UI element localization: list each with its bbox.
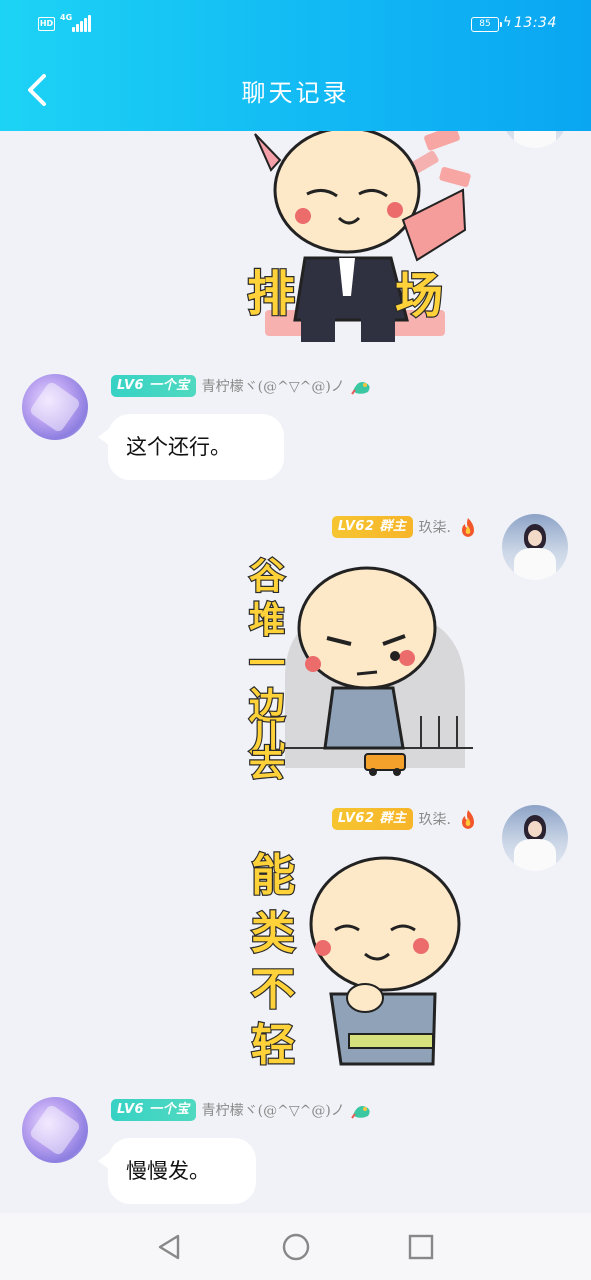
sticker-message[interactable]: 排 场 <box>235 120 475 352</box>
sticker-text-vertical-4: 轻 <box>251 1020 295 1070</box>
fire-icon <box>462 810 474 829</box>
status-bar: HD 4G 85 ϟ 13:34 <box>0 0 591 48</box>
owner-badge: LV62 群主 <box>331 808 413 830</box>
sticker-nenglei-image: 能 类 不 轻 <box>250 849 461 1072</box>
hd-indicator: HD <box>38 17 55 31</box>
sender-meta: LV62 群主 玖柒. <box>250 516 480 538</box>
sticker-text-vertical-6: 去 <box>249 744 285 780</box>
sender-nickname[interactable]: 玖柒. <box>419 517 451 537</box>
avatar-left[interactable] <box>22 1097 88 1163</box>
signal-strength-icon <box>70 14 91 32</box>
sticker-text-vertical-1: 谷 <box>249 556 285 597</box>
sticker-text-right: 场 <box>395 268 443 324</box>
sticker-text-left: 排 <box>247 266 295 322</box>
sticker-text-vertical-1: 能 <box>251 850 295 901</box>
dragon-icon <box>350 1106 370 1119</box>
sticker-text-vertical-3: 不 <box>251 964 295 1015</box>
owner-badge: LV62 群主 <box>331 516 413 538</box>
sticker-message[interactable]: 谷 堆 一 边 儿 去 <box>245 548 480 786</box>
sender-nickname[interactable]: 青柠檬ヾ(@^▽^@)ノ <box>202 1100 345 1120</box>
charging-icon: ϟ <box>503 15 512 30</box>
avatar-left[interactable] <box>22 374 88 440</box>
battery-icon: 85 <box>471 17 502 32</box>
status-time: 13:34 <box>514 15 557 31</box>
circle-home-icon <box>282 1233 310 1261</box>
level-badge: LV6 一个宝 <box>111 1099 196 1121</box>
app-header: HD 4G 85 ϟ 13:34 聊天记录 <box>0 0 591 131</box>
sender-nickname[interactable]: 青柠檬ヾ(@^▽^@)ノ <box>202 376 345 396</box>
avatar-right[interactable] <box>502 514 568 580</box>
system-nav-bar <box>0 1213 591 1280</box>
fire-icon <box>462 518 474 537</box>
chat-history[interactable]: 排 场 LV6 一个宝 青柠檬ヾ(@^▽^@)ノ 这个还行。 LV62 群主 玖… <box>0 0 591 1213</box>
nav-recent-button[interactable] <box>405 1231 437 1263</box>
sticker-text-vertical-2: 类 <box>251 908 295 959</box>
avatar-right[interactable] <box>502 805 568 871</box>
sender-meta: LV6 一个宝 青柠檬ヾ(@^▽^@)ノ <box>111 375 374 397</box>
triangle-back-icon <box>158 1234 180 1260</box>
text-message-bubble[interactable]: 这个还行。 <box>98 414 284 480</box>
sticker-gudui-image: 谷 堆 一 边 儿 去 <box>248 555 473 786</box>
sender-nickname[interactable]: 玖柒. <box>419 809 451 829</box>
sticker-paichang-image: 排 场 <box>246 125 471 342</box>
sender-meta: LV6 一个宝 青柠檬ヾ(@^▽^@)ノ <box>111 1099 374 1121</box>
nav-home-button[interactable] <box>280 1231 312 1263</box>
square-recent-icon <box>408 1234 434 1260</box>
sticker-text-vertical-3: 一 <box>249 644 285 685</box>
nav-back-button[interactable] <box>154 1231 186 1263</box>
sticker-text-vertical-2: 堆 <box>249 600 285 641</box>
level-badge: LV6 一个宝 <box>111 375 196 397</box>
text-message-bubble[interactable]: 慢慢发。 <box>98 1138 256 1204</box>
sticker-message[interactable]: 能 类 不 轻 <box>245 838 480 1072</box>
dragon-icon <box>350 382 370 395</box>
page-title: 聊天记录 <box>241 79 350 107</box>
sender-meta: LV62 群主 玖柒. <box>250 808 480 830</box>
